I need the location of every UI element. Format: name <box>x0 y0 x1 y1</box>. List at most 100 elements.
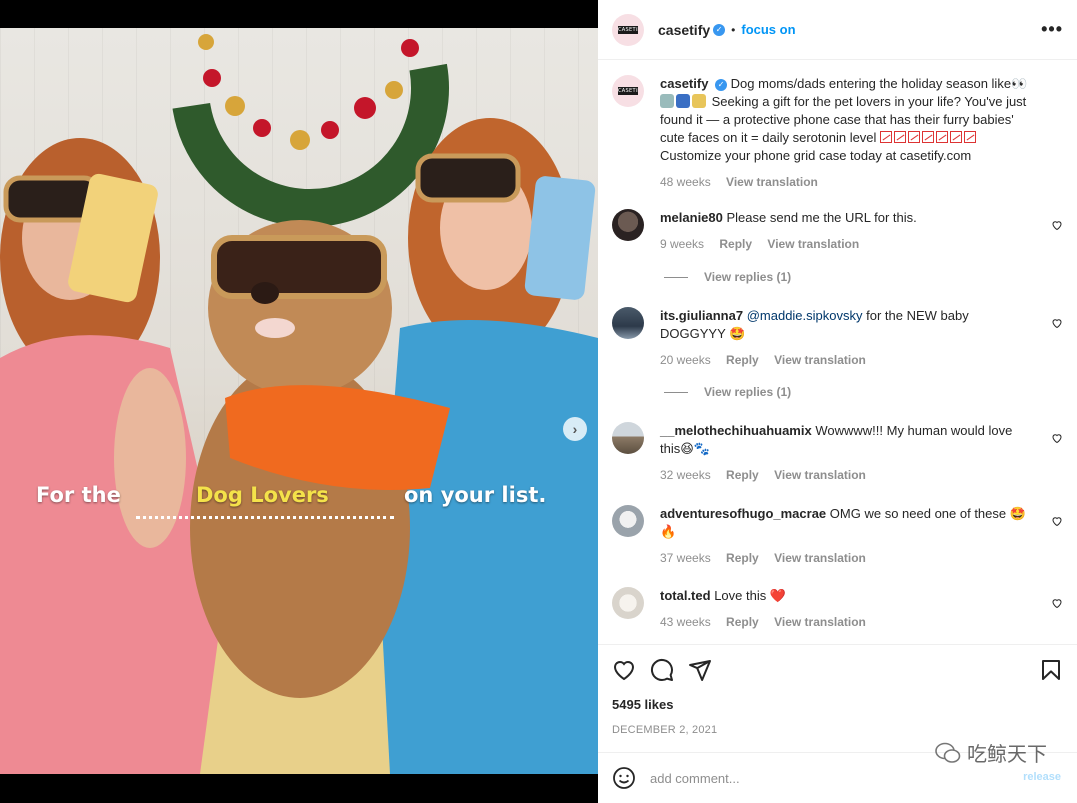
view-replies-label: View replies (1) <box>704 385 792 399</box>
avatar[interactable] <box>612 587 644 619</box>
comment-mention[interactable]: @maddie.sipkovsky <box>747 308 863 323</box>
comment-meta: 37 weeks Reply View translation <box>660 549 1032 567</box>
checkbox-emoji-icon <box>936 131 949 143</box>
save-bookmark-icon[interactable] <box>1039 658 1063 682</box>
comment-meta: 20 weeks Reply View translation <box>660 351 1032 369</box>
comment: __melothechihuahuamix Wowwww!!! My human… <box>612 422 1063 484</box>
avatar[interactable]: CASETiFY <box>612 13 644 46</box>
post-header: CASETiFY casetify ✓ • focus on ••• <box>598 0 1077 60</box>
likes-count[interactable]: 5495 likes <box>612 697 1063 712</box>
share-paper-plane-icon[interactable] <box>688 658 712 682</box>
slide-caption-part1: For the <box>36 483 121 507</box>
post-details-panel: CASETiFY casetify ✓ • focus on ••• CASET… <box>598 0 1077 803</box>
reply-button[interactable]: Reply <box>719 237 752 251</box>
view-translation-link[interactable]: View translation <box>774 615 866 629</box>
view-replies-button[interactable]: View replies (1) <box>664 270 791 284</box>
avatar[interactable] <box>612 209 644 241</box>
checkbox-emoji-icon <box>950 131 963 143</box>
reply-button[interactable]: Reply <box>726 615 759 629</box>
like-comment-heart-icon[interactable] <box>1051 515 1063 527</box>
caption-avatar[interactable]: CASETiFY <box>612 75 644 107</box>
comment: total.ted Love this ❤️ 43 weeks Reply Vi… <box>612 587 1063 631</box>
comment-username[interactable]: total.ted <box>660 588 711 603</box>
comment-body: adventuresofhugo_macrae OMG we so need o… <box>660 505 1032 567</box>
comment-time[interactable]: 9 weeks <box>660 237 704 251</box>
checkbox-emoji-icon <box>894 131 907 143</box>
caption-text-1: Dog moms/dads entering the holiday seaso… <box>730 76 1028 91</box>
view-translation-link[interactable]: View translation <box>726 175 818 189</box>
like-comment-heart-icon[interactable] <box>1051 432 1063 444</box>
comment-time[interactable]: 43 weeks <box>660 615 711 629</box>
comment-username[interactable]: its.giulianna7 <box>660 308 743 323</box>
comment-meta: 9 weeks Reply View translation <box>660 235 1032 253</box>
caption-text-3: Customize your phone grid case today at … <box>660 148 972 163</box>
photo-illustration <box>0 28 598 774</box>
like-comment-heart-icon[interactable] <box>1051 317 1063 329</box>
reply-button[interactable]: Reply <box>726 353 759 367</box>
comment-body: its.giulianna7 @maddie.sipkovsky for the… <box>660 307 1032 369</box>
comment-body: total.ted Love this ❤️ 43 weeks Reply Vi… <box>660 587 1032 631</box>
view-translation-link[interactable]: View translation <box>774 468 866 482</box>
comment-input[interactable] <box>650 770 900 786</box>
comment-username[interactable]: __melothechihuahuamix <box>660 423 812 438</box>
like-comment-heart-icon[interactable] <box>1051 219 1063 231</box>
comment-bubble-icon[interactable] <box>650 658 674 682</box>
caption-meta: 48 weeks View translation <box>660 173 1032 191</box>
replies-line <box>664 276 688 278</box>
comment-body: __melothechihuahuamix Wowwww!!! My human… <box>660 422 1032 484</box>
comment-meta: 32 weeks Reply View translation <box>660 466 1032 484</box>
verified-badge-icon: ✓ <box>713 23 726 36</box>
comment-time[interactable]: 37 weeks <box>660 551 711 565</box>
slide-caption: For the Dog Lovers on your list. <box>36 483 576 519</box>
post-media: For the Dog Lovers on your list. › <box>0 0 598 803</box>
emoji-smiley-icon[interactable] <box>612 766 636 790</box>
reply-button[interactable]: Reply <box>726 551 759 565</box>
avatar[interactable] <box>612 505 644 537</box>
slide-caption-part3: on your list. <box>404 483 547 507</box>
checkbox-emoji-icon <box>922 131 935 143</box>
ghost-emoji-icon <box>660 94 674 108</box>
comment-username[interactable]: adventuresofhugo_macrae <box>660 506 826 521</box>
phone-emoji-icon <box>676 94 690 108</box>
reply-button[interactable]: Reply <box>726 468 759 482</box>
replies-line <box>664 391 688 393</box>
view-translation-link[interactable]: View translation <box>774 353 866 367</box>
slide-caption-part2: Dog Lovers <box>196 483 329 507</box>
view-translation-link[interactable]: View translation <box>767 237 859 251</box>
view-translation-link[interactable]: View translation <box>774 551 866 565</box>
comment-text: Please send me the URL for this. <box>726 210 917 225</box>
comments-list[interactable]: CASETiFY casetify ✓ Dog moms/dads enteri… <box>598 61 1077 643</box>
caption-body: casetify ✓ Dog moms/dads entering the ho… <box>660 75 1032 191</box>
more-options-icon[interactable]: ••• <box>1041 19 1063 40</box>
avatar[interactable] <box>612 422 644 454</box>
comment: its.giulianna7 @maddie.sipkovsky for the… <box>612 307 1063 369</box>
action-bar <box>612 645 1063 695</box>
like-heart-icon[interactable] <box>612 658 636 682</box>
chevron-right-icon: › <box>572 421 578 437</box>
caption: CASETiFY casetify ✓ Dog moms/dads enteri… <box>612 75 1063 191</box>
checkbox-emoji-icon <box>964 131 977 143</box>
comment-time[interactable]: 20 weeks <box>660 353 711 367</box>
post-date: DECEMBER 2, 2021 <box>612 724 718 736</box>
caption-username[interactable]: casetify <box>660 76 708 91</box>
caption-time[interactable]: 48 weeks <box>660 175 711 189</box>
post-photo[interactable]: For the Dog Lovers on your list. › <box>0 28 598 774</box>
like-comment-heart-icon[interactable] <box>1051 597 1063 609</box>
comment-username[interactable]: melanie80 <box>660 210 723 225</box>
view-replies-button[interactable]: View replies (1) <box>664 385 791 399</box>
watermark-text: 吃鲸天下 <box>967 742 1047 766</box>
checkbox-emoji-icon <box>880 131 893 143</box>
next-slide-button[interactable]: › <box>563 417 587 441</box>
view-replies-label: View replies (1) <box>704 270 792 284</box>
header-username[interactable]: casetify <box>658 22 710 38</box>
post-comment-button[interactable]: release <box>1023 771 1061 783</box>
comment-meta: 43 weeks Reply View translation <box>660 613 1032 631</box>
verified-badge-icon: ✓ <box>715 79 728 91</box>
comment-time[interactable]: 32 weeks <box>660 468 711 482</box>
checkbox-emoji-icon <box>908 131 921 143</box>
follow-button[interactable]: focus on <box>741 22 795 37</box>
dotted-underline <box>136 516 394 519</box>
avatar[interactable] <box>612 307 644 339</box>
comment: melanie80 Please send me the URL for thi… <box>612 209 1063 253</box>
comment: adventuresofhugo_macrae OMG we so need o… <box>612 505 1063 567</box>
